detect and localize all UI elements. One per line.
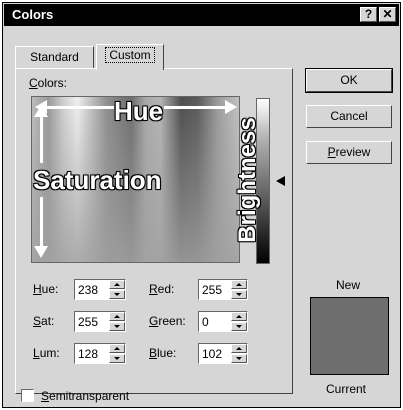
new-color-label: New (336, 278, 361, 292)
red-up-arrow-icon[interactable] (231, 280, 247, 289)
red-label: Red: (149, 282, 175, 296)
blue-spinner[interactable]: 102 (198, 343, 248, 364)
saturation-arrow-bottom-shaft (40, 197, 43, 247)
saturation-arrow-down-head (34, 246, 48, 258)
sat-down-arrow-icon[interactable] (109, 322, 125, 331)
lum-label: Lum: (33, 346, 60, 360)
red-value[interactable]: 255 (202, 283, 222, 297)
semitransparent-checkbox[interactable] (21, 389, 34, 402)
hue-arrow-right-head (225, 100, 237, 114)
lum-spinner[interactable]: 128 (74, 343, 126, 364)
brightness-pointer-icon[interactable] (276, 176, 285, 186)
saturation-annotation: Saturation (33, 165, 162, 195)
dialog-title: Colors (12, 7, 54, 22)
hue-down-arrow-icon[interactable] (109, 290, 125, 299)
blue-down-arrow-icon[interactable] (231, 354, 247, 363)
saturation-arrow-top-shaft (40, 117, 43, 163)
semitransparent-label[interactable]: Semitransparent (41, 389, 129, 403)
sat-value[interactable]: 255 (78, 315, 98, 329)
close-button[interactable]: ✕ (379, 7, 396, 22)
hue-value[interactable]: 238 (78, 283, 98, 297)
red-down-arrow-icon[interactable] (231, 290, 247, 299)
help-button[interactable]: ? (360, 7, 377, 22)
green-label: Green: (149, 314, 186, 328)
green-up-arrow-icon[interactable] (231, 312, 247, 321)
color-preview-swatch (310, 297, 389, 375)
tab-custom-label: Custom (105, 47, 155, 63)
hue-annotation: Hue (114, 96, 164, 126)
tab-standard[interactable]: Standard (15, 46, 94, 68)
title-bar[interactable]: Colors ? ✕ (4, 4, 399, 26)
lum-down-arrow-icon[interactable] (109, 354, 125, 363)
preview-button[interactable]: Preview (306, 141, 392, 164)
blue-up-arrow-icon[interactable] (231, 344, 247, 353)
blue-label: Blue: (149, 346, 177, 360)
lum-value[interactable]: 128 (78, 347, 98, 361)
green-value[interactable]: 0 (202, 315, 209, 329)
tab-custom[interactable]: Custom (96, 44, 164, 70)
hue-arrow-left-shaft (39, 106, 114, 109)
sat-label: Sat: (33, 314, 55, 328)
red-spinner[interactable]: 255 (198, 279, 248, 300)
colors-label: Colors: (29, 76, 68, 90)
current-color-label: Current (326, 382, 367, 396)
sat-spinner[interactable]: 255 (74, 311, 126, 332)
green-spinner[interactable]: 0 (198, 311, 248, 332)
green-down-arrow-icon[interactable] (231, 322, 247, 331)
hue-spinner[interactable]: 238 (74, 279, 126, 300)
sat-up-arrow-icon[interactable] (109, 312, 125, 321)
hue-up-arrow-icon[interactable] (109, 280, 125, 289)
ok-button[interactable]: OK (305, 68, 393, 93)
hue-arrow-right-shaft (164, 106, 227, 109)
blue-value[interactable]: 102 (202, 347, 222, 361)
brightness-annotation: Brightness (234, 117, 261, 243)
cancel-button[interactable]: Cancel (306, 105, 392, 128)
hue-label: Hue: (33, 282, 59, 296)
lum-up-arrow-icon[interactable] (109, 344, 125, 353)
saturation-arrow-up-head (34, 105, 48, 117)
